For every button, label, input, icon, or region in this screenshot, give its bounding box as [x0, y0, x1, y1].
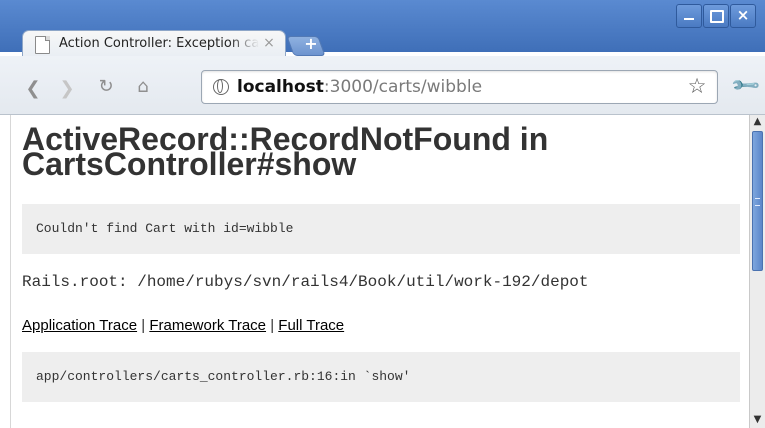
window-left-border: [0, 115, 11, 428]
separator: |: [141, 317, 146, 334]
reload-button[interactable]: ↻: [93, 74, 119, 100]
page-icon: [35, 36, 50, 54]
url-host: localhost: [237, 77, 324, 97]
globe-icon: [213, 79, 229, 95]
close-icon: ×: [736, 6, 750, 24]
error-message-box: Couldn't find Cart with id=wibble: [22, 204, 740, 254]
tab-title: Action Controller: Exception caught: [59, 36, 259, 51]
error-message: Couldn't find Cart with id=wibble: [36, 221, 294, 236]
grip-icon: [755, 198, 760, 206]
trace-links: Application Trace | Framework Trace | Fu…: [22, 317, 344, 334]
full-trace-link[interactable]: Full Trace: [278, 317, 344, 334]
trace-line: app/controllers/carts_controller.rb:16:i…: [36, 369, 411, 384]
browser-tab[interactable]: Action Controller: Exception caught ×: [22, 30, 286, 57]
url-text[interactable]: localhost:3000/carts/wibble: [237, 76, 482, 98]
vertical-scrollbar[interactable]: ▲ ▼: [749, 115, 765, 428]
error-heading: ActiveRecord::RecordNotFound in CartsCon…: [22, 121, 549, 182]
minimize-button[interactable]: [676, 4, 702, 28]
scroll-up-arrow-icon[interactable]: ▲: [750, 115, 765, 129]
home-button[interactable]: ⌂: [130, 74, 156, 100]
tab-close-icon[interactable]: ×: [261, 35, 277, 51]
url-path: :3000/carts/wibble: [323, 77, 483, 97]
plus-icon[interactable]: +: [296, 33, 326, 55]
forward-button[interactable]: ❯: [54, 76, 80, 102]
framework-trace-link[interactable]: Framework Trace: [149, 317, 266, 334]
close-window-button[interactable]: ×: [730, 4, 756, 28]
maximize-button[interactable]: [703, 4, 729, 28]
rails-root-path: Rails.root: /home/rubys/svn/rails4/Book/…: [22, 273, 589, 291]
bookmark-star-icon[interactable]: ☆: [686, 74, 708, 98]
address-bar[interactable]: localhost:3000/carts/wibble ☆: [201, 70, 718, 104]
page-viewport: ActiveRecord::RecordNotFound in CartsCon…: [0, 115, 749, 428]
trace-box: app/controllers/carts_controller.rb:16:i…: [22, 352, 740, 402]
scroll-down-arrow-icon[interactable]: ▼: [750, 413, 765, 427]
scroll-thumb[interactable]: [752, 131, 763, 271]
separator: |: [270, 317, 275, 334]
back-button[interactable]: ❮: [20, 76, 46, 102]
application-trace-link[interactable]: Application Trace: [22, 317, 137, 334]
